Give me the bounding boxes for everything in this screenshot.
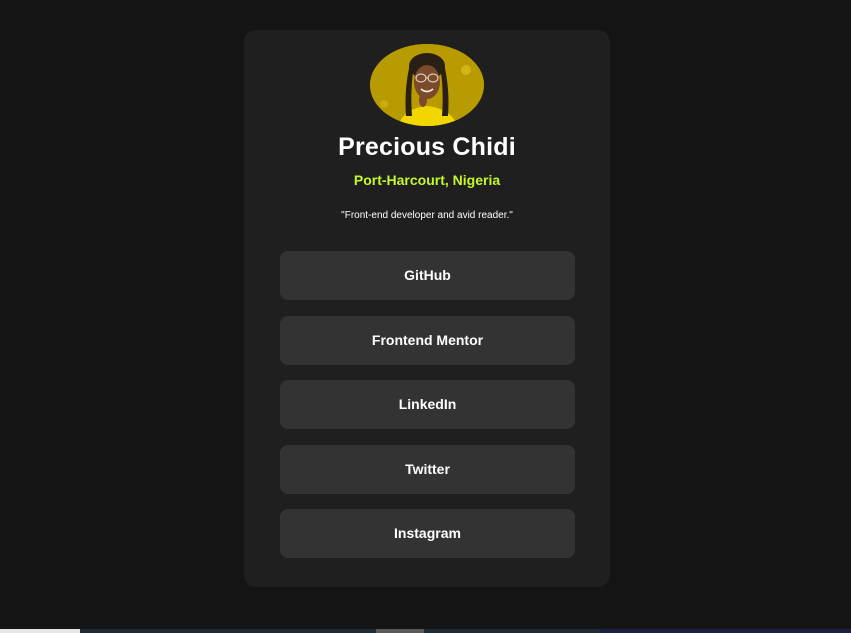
link-button-instagram[interactable]: Instagram <box>280 509 575 558</box>
avatar-photo <box>370 44 484 126</box>
taskbar-segment <box>0 629 80 633</box>
page: Precious Chidi Port-Harcourt, Nigeria "F… <box>0 0 851 633</box>
profile-bio: "Front-end developer and avid reader." <box>341 210 513 221</box>
link-button-twitter[interactable]: Twitter <box>280 444 575 494</box>
taskbar-segment <box>600 629 851 633</box>
link-button-linkedin[interactable]: LinkedIn <box>280 380 575 429</box>
link-button-github[interactable]: GitHub <box>280 251 575 300</box>
link-button-frontend-mentor[interactable]: Frontend Mentor <box>280 315 575 365</box>
taskbar-segment <box>376 629 424 633</box>
social-links: GitHub Frontend Mentor LinkedIn Twitter … <box>280 251 575 574</box>
avatar <box>370 44 484 126</box>
profile-name: Precious Chidi <box>338 133 516 161</box>
profile-card: Precious Chidi Port-Harcourt, Nigeria "F… <box>244 30 610 587</box>
profile-location: Port-Harcourt, Nigeria <box>353 172 501 188</box>
taskbar-strip <box>0 629 851 633</box>
